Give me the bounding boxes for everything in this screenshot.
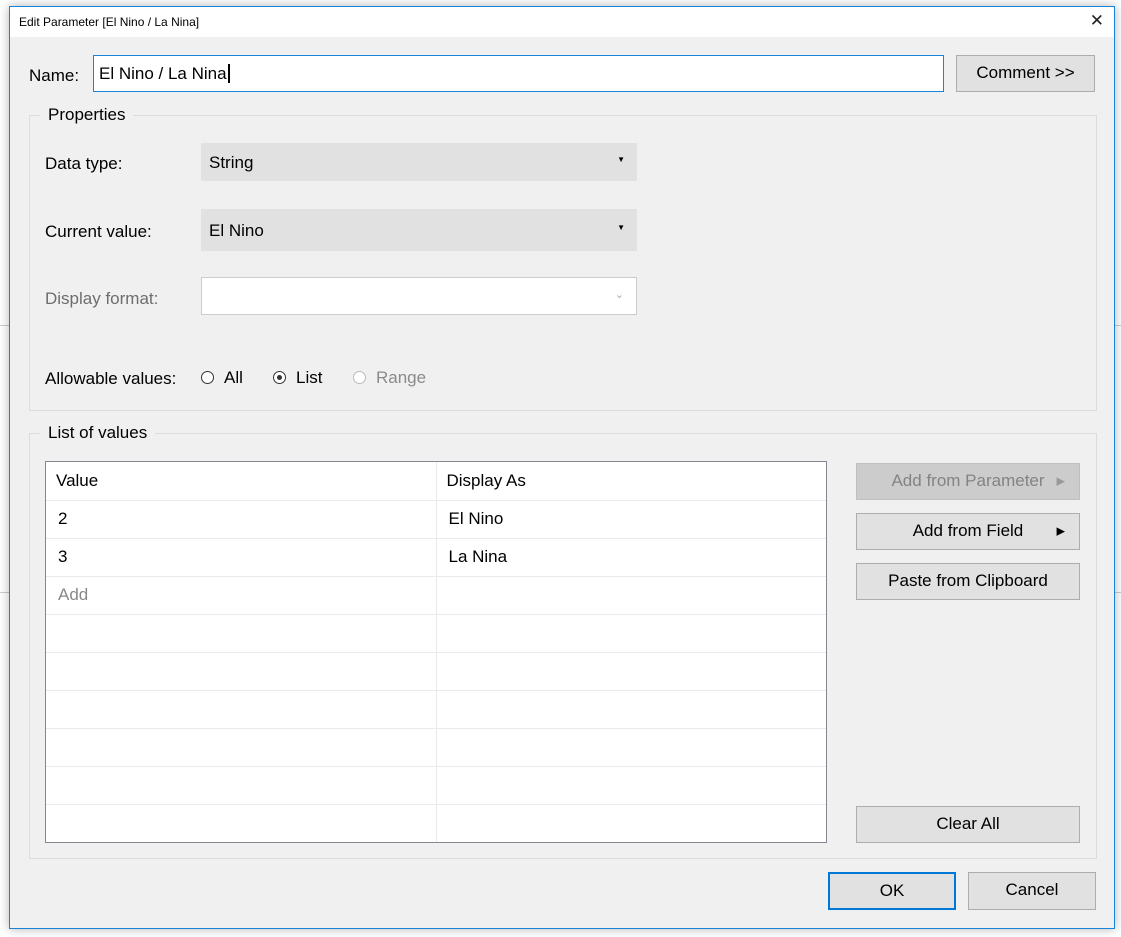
window-title: Edit Parameter [El Nino / La Nina] [19, 15, 200, 29]
comment-button[interactable]: Comment >> [956, 55, 1095, 92]
text-cursor [227, 64, 235, 83]
add-placeholder[interactable]: Add [46, 576, 437, 615]
empty-row [46, 614, 826, 653]
dropdown-arrow-icon: ▼ [617, 155, 625, 164]
data-type-label: Data type: [45, 154, 123, 173]
cancel-button[interactable]: Cancel [968, 872, 1096, 910]
empty-row [46, 728, 826, 767]
empty-row [46, 766, 826, 805]
cell-display-as[interactable]: El Nino [436, 500, 826, 539]
edit-parameter-dialog: Edit Parameter [El Nino / La Nina] ✕ Nam… [9, 6, 1115, 929]
radio-all[interactable]: All [201, 368, 243, 388]
chevron-down-icon: ⌄ [614, 289, 624, 301]
display-format-select[interactable]: ⌄ [201, 277, 637, 315]
radio-all-label: All [224, 368, 243, 387]
properties-group: Properties Data type: String ▼ Current va… [29, 105, 1097, 411]
radio-list-label: List [296, 368, 323, 387]
radio-range-label: Range [376, 368, 427, 387]
radio-selected-icon [273, 371, 286, 384]
radio-range: Range [353, 368, 426, 388]
values-table[interactable]: Value Display As 2 El Nino 3 La Nina Add [45, 461, 827, 843]
dropdown-arrow-icon: ▼ [617, 223, 625, 232]
properties-title: Properties [40, 105, 134, 125]
empty-row [46, 804, 826, 842]
radio-icon [353, 371, 366, 384]
table-row[interactable]: 3 La Nina [46, 538, 826, 577]
radio-list[interactable]: List [273, 368, 322, 388]
empty-cell[interactable] [436, 576, 826, 615]
add-from-field-label: Add from Field [912, 521, 1024, 540]
clear-all-button[interactable]: Clear All [856, 806, 1080, 843]
cell-value[interactable]: 3 [46, 538, 437, 577]
empty-row [46, 690, 826, 729]
table-row[interactable]: 2 El Nino [46, 500, 826, 539]
submenu-arrow-icon: ▸ [1056, 521, 1065, 540]
cell-display-as[interactable]: La Nina [436, 538, 826, 577]
ok-button[interactable]: OK [828, 872, 956, 910]
current-value-label: Current value: [45, 222, 152, 241]
list-title: List of values [40, 423, 156, 443]
allowable-values-label: Allowable values: [45, 369, 177, 388]
name-value: El Nino / La Nina [99, 64, 227, 83]
close-icon[interactable]: ✕ [1090, 11, 1104, 31]
add-from-field-button[interactable]: Add from Field ▸ [856, 513, 1080, 550]
add-from-parameter-label: Add from Parameter [891, 471, 1045, 490]
add-from-parameter-button: Add from Parameter ▸ [856, 463, 1080, 500]
title-bar: Edit Parameter [El Nino / La Nina] ✕ [10, 7, 1114, 37]
name-input[interactable]: El Nino / La Nina [93, 55, 944, 92]
add-row[interactable]: Add [46, 576, 826, 615]
current-value-value: El Nino [209, 221, 264, 240]
empty-row [46, 652, 826, 691]
submenu-arrow-icon: ▸ [1056, 471, 1065, 490]
column-header-display-as[interactable]: Display As [436, 462, 826, 501]
column-header-value[interactable]: Value [46, 462, 437, 501]
display-format-label: Display format: [45, 289, 159, 308]
data-type-select[interactable]: String ▼ [201, 143, 637, 181]
paste-from-clipboard-button[interactable]: Paste from Clipboard [856, 563, 1080, 600]
table-header: Value Display As [46, 462, 826, 501]
data-type-value: String [209, 153, 254, 172]
cell-value[interactable]: 2 [46, 500, 437, 539]
name-label: Name: [29, 66, 80, 85]
current-value-select[interactable]: El Nino ▼ [201, 209, 637, 251]
radio-icon [201, 371, 214, 384]
